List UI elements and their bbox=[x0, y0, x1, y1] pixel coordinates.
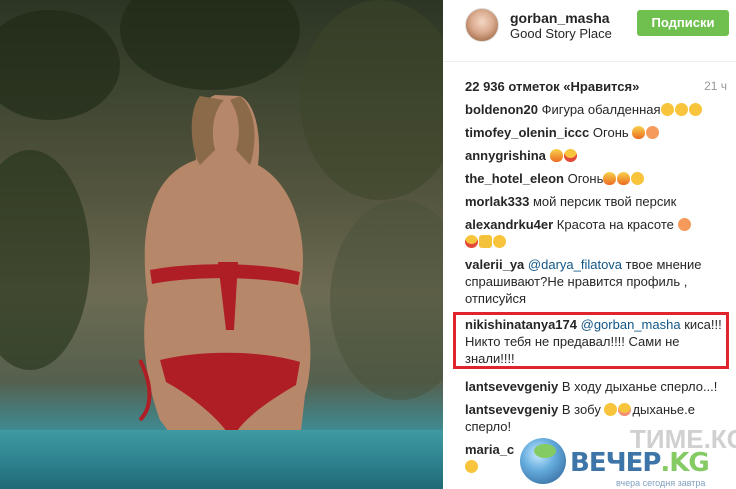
peach-icon bbox=[677, 218, 691, 231]
comment-username[interactable]: lantsevevgeniy bbox=[465, 379, 558, 394]
post-photo[interactable] bbox=[0, 0, 443, 489]
comment-mention[interactable]: @darya_filatova bbox=[528, 257, 622, 272]
comment-item: boldenon20 Фигура обалденная bbox=[465, 101, 727, 118]
comment-item: alexandrku4er Красота на красоте bbox=[465, 216, 727, 250]
post-header: gorban_masha Good Story Place Подписки bbox=[443, 0, 736, 62]
location-link[interactable]: Good Story Place bbox=[510, 26, 612, 41]
comment-text: Красота на красоте bbox=[556, 217, 674, 232]
comment-text: Огонь bbox=[592, 125, 629, 140]
ok-hand-icon bbox=[688, 103, 702, 116]
comment-item: valerii_ya @darya_filatova твое мнение с… bbox=[465, 256, 727, 307]
thumbs-up-icon bbox=[479, 235, 492, 248]
ok-hand-icon bbox=[660, 103, 674, 116]
comment-text: мой персик твой персик bbox=[532, 194, 677, 209]
pool-water bbox=[0, 430, 443, 489]
smile-icon bbox=[465, 460, 478, 473]
comment-text: В ходу дыханье сперло...! bbox=[561, 379, 718, 394]
comment-text: Фигура обалденная bbox=[541, 102, 661, 117]
fire-icon bbox=[603, 172, 617, 185]
comment-username[interactable]: boldenon20 bbox=[465, 102, 538, 117]
watermark-logo: ТИМЕ.КG ВЕЧЕР.KG вчера сегодня завтра bbox=[520, 424, 736, 489]
comment-username[interactable]: maria_c bbox=[465, 442, 514, 457]
comment-item: timofey_olenin_iccc Огонь bbox=[465, 124, 727, 141]
watermark-title: ВЕЧЕР.KG bbox=[570, 448, 710, 478]
smile-icon bbox=[493, 235, 506, 248]
comment-username[interactable]: valerii_ya bbox=[465, 257, 524, 272]
fire-icon bbox=[617, 172, 631, 185]
comment-text: Огонь bbox=[567, 171, 604, 186]
comment-item: lantsevevgeniy В ходу дыханье сперло...! bbox=[465, 378, 727, 395]
heart-eyes-icon bbox=[563, 149, 577, 162]
figure-silhouette bbox=[138, 95, 311, 440]
heart-eyes-icon bbox=[465, 235, 478, 248]
likes-row: 22 936 отметок «Нравится» 21 ч bbox=[465, 79, 735, 94]
globe-leaf-icon bbox=[534, 444, 556, 458]
post-timestamp: 21 ч bbox=[704, 79, 727, 93]
likes-count[interactable]: 22 936 отметок «Нравится» bbox=[465, 79, 639, 94]
ok-hand-icon bbox=[674, 103, 688, 116]
comment-username[interactable]: annygrishina bbox=[465, 148, 546, 163]
username-link[interactable]: gorban_masha bbox=[510, 10, 610, 26]
post-sidebar: gorban_masha Good Story Place Подписки 2… bbox=[443, 0, 736, 489]
comment-username[interactable]: lantsevevgeniy bbox=[465, 402, 558, 417]
comment-username[interactable]: timofey_olenin_iccc bbox=[465, 125, 589, 140]
following-button[interactable]: Подписки bbox=[637, 10, 729, 36]
comment-item: the_hotel_eleon Огонь bbox=[465, 170, 727, 187]
peach-icon bbox=[646, 126, 660, 139]
comment-text: В зобу bbox=[561, 402, 601, 417]
kiss-icon bbox=[618, 403, 632, 416]
comment-item: annygrishina bbox=[465, 147, 727, 164]
comment-username[interactable]: alexandrku4er bbox=[465, 217, 553, 232]
highlight-box bbox=[453, 312, 729, 369]
fire-icon bbox=[549, 149, 563, 162]
watermark-tagline: вчера сегодня завтра bbox=[616, 478, 706, 488]
comment-username[interactable]: the_hotel_eleon bbox=[465, 171, 564, 186]
avatar[interactable] bbox=[465, 8, 499, 42]
comment-username[interactable]: morlak333 bbox=[465, 194, 529, 209]
grin-icon bbox=[631, 172, 645, 185]
fire-icon bbox=[632, 126, 646, 139]
comment-item: morlak333 мой персик твой персик bbox=[465, 193, 727, 210]
smile-icon bbox=[604, 403, 618, 416]
